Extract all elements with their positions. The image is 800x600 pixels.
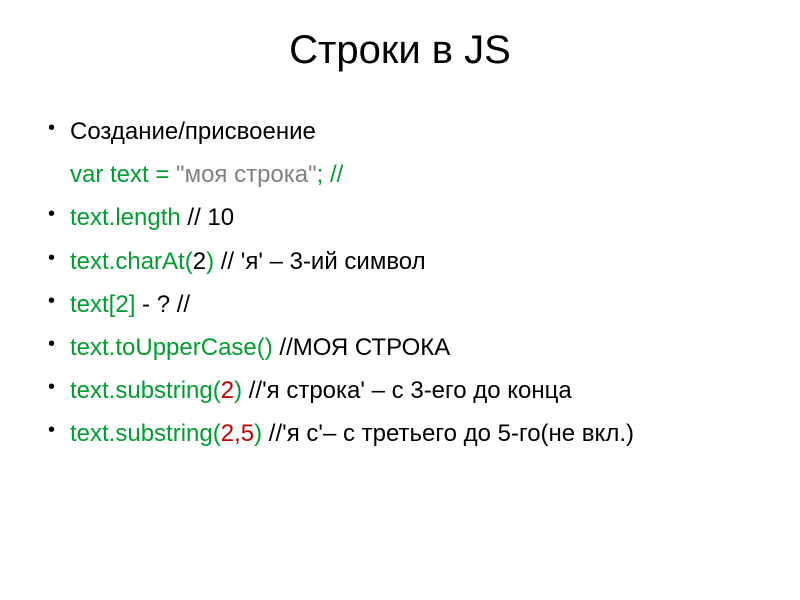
slide-line: text[2] - ? // <box>40 286 760 323</box>
text-run: 2,5 <box>221 420 254 447</box>
text-run: ) <box>206 248 214 275</box>
slide-line: text.charAt(2) // 'я' – 3-ий символ <box>40 243 760 280</box>
text-run: text[2] <box>70 291 135 318</box>
text-run: text.substring( <box>70 420 221 447</box>
text-run: ; // <box>317 161 344 188</box>
slide-line: var text = "моя строка"; // <box>40 156 760 193</box>
text-run: text.length <box>70 204 181 231</box>
text-run: text.substring( <box>70 377 221 404</box>
text-run: //'я с'– с третьего до 5-го(не вкл.) <box>262 420 634 447</box>
text-run: ) <box>254 420 262 447</box>
text-run: 2 <box>221 377 234 404</box>
slide-line: text.substring(2) //'я строка' – с 3-его… <box>40 372 760 409</box>
text-run: // 'я' – 3-ий символ <box>214 248 426 275</box>
text-run: ) <box>234 377 242 404</box>
slide-line: Создание/присвоение <box>40 113 760 150</box>
text-run: // 10 <box>181 204 234 231</box>
slide-line: text.length // 10 <box>40 199 760 236</box>
slide-title: Строки в JS <box>40 28 760 73</box>
text-run: var text = <box>70 161 176 188</box>
slide-body: Создание/присвоение var text = "моя строк… <box>40 113 760 453</box>
text-run: text.charAt( <box>70 248 193 275</box>
text-run: //'я строка' – с 3-его до конца <box>242 377 572 404</box>
slide: Строки в JS Создание/присвоение var text … <box>0 0 800 600</box>
text-run: text.toUpperCase() <box>70 334 273 361</box>
text-run: "моя строка" <box>176 161 317 188</box>
slide-line: text.toUpperCase() //МОЯ СТРОКА <box>40 329 760 366</box>
text-run: - ? // <box>135 291 190 318</box>
text-run: 2 <box>193 248 206 275</box>
text-run: Создание/присвоение <box>70 118 316 145</box>
slide-line: text.substring(2,5) //'я с'– с третьего … <box>40 415 760 452</box>
text-run: //МОЯ СТРОКА <box>273 334 450 361</box>
